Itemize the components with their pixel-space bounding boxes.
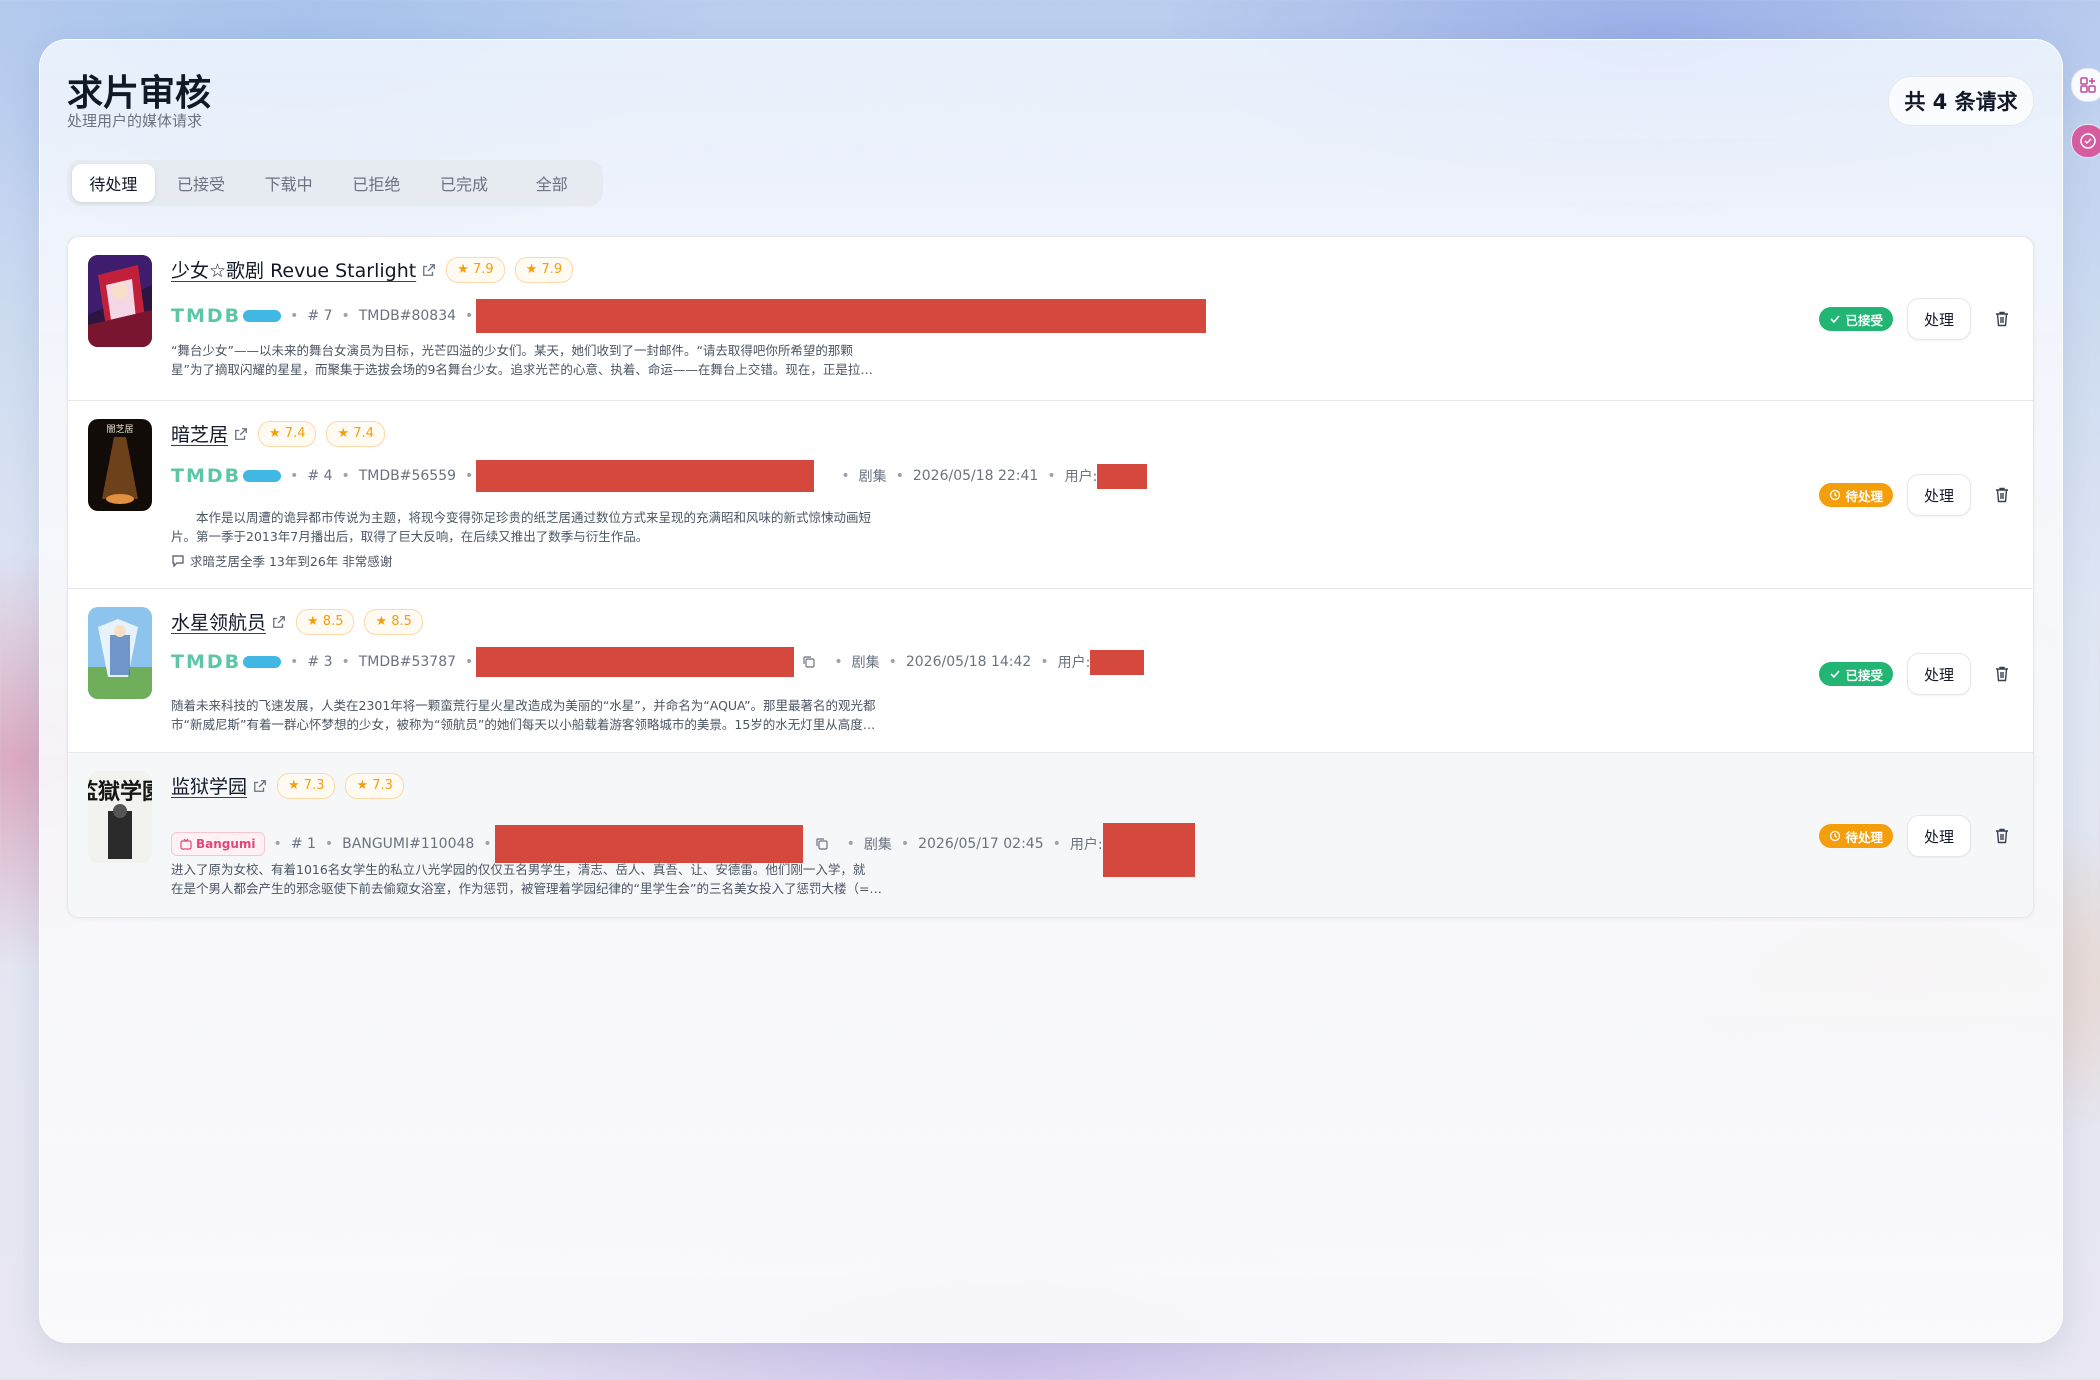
source-id: BANGUMI#110048 [342,836,475,852]
request-row: 監獄学園 监狱学园 ★ 7.3 ★ 7.3 Bangumi •# 1 •BANG… [68,753,2033,917]
tab-accepted[interactable]: 已接受 [160,164,243,202]
check-icon [1830,315,1841,324]
poster-image[interactable]: 闇芝居 [88,419,152,511]
process-button[interactable]: 处理 [1907,815,1971,857]
tv-icon [180,838,192,850]
bangumi-badge: Bangumi [171,832,265,856]
tab-pending[interactable]: 待处理 [72,164,155,202]
request-row: 闇芝居 暗芝居 ★ 7.4 ★ 7.4 TMDB • # 4 • TMDB#5655… [68,401,2033,589]
request-index: # 3 [307,654,333,670]
trash-icon[interactable] [1993,665,2011,683]
media-type: 剧集 [863,837,892,853]
request-row: 水星领航员 ★ 8.5 ★ 8.5 TMDB • # 3 • TMDB#53787 … [68,589,2033,753]
request-row: 少女☆歌剧 Revue Starlight ★ 7.9 ★ 7.9 TMDB •… [68,237,2033,401]
request-date: 2026/05/17 02:45 [918,836,1044,852]
tab-downloading[interactable]: 下载中 [247,164,330,202]
comment-icon [172,554,184,567]
svg-text:監獄学園: 監獄学園 [88,779,152,805]
badge-check-icon[interactable] [2071,124,2100,158]
process-button[interactable]: 处理 [1907,298,1971,340]
redacted-user [1097,463,1148,489]
clock-icon [1830,489,1841,501]
status-badge: 待处理 [1819,483,1893,507]
rating-badge: ★ 8.5 [296,608,355,635]
status-badge: 待处理 [1819,824,1893,848]
request-index: # 7 [307,308,333,324]
check-icon [1830,670,1841,679]
tab-all[interactable]: 全部 [510,164,593,202]
poster-image[interactable] [88,607,152,699]
redacted-user [1090,649,1145,675]
request-count-badge: 共 4 条请求 [1888,76,2034,126]
redacted-block [476,647,795,677]
tab-rejected[interactable]: 已拒绝 [335,164,418,202]
request-index: # 1 [290,836,316,852]
external-link-icon[interactable] [422,263,436,277]
redacted-block [476,299,1207,333]
redacted-block [494,825,803,863]
media-title-link[interactable]: 暗芝居 [171,420,228,447]
external-link-icon[interactable] [253,779,267,793]
poster-image[interactable] [88,255,152,347]
request-date: 2026/05/18 14:42 [905,654,1032,670]
rating-badge: ★ 7.9 [514,256,574,283]
media-type: 剧集 [858,469,887,485]
request-list: 少女☆歌剧 Revue Starlight ★ 7.9 ★ 7.9 TMDB •… [67,236,2034,918]
clock-icon [1830,830,1841,842]
media-description: 本作是以周遭的诡异都市传说为主题，将现今变得弥足珍贵的纸芝居通过数位方式来呈现的… [171,510,872,544]
trash-icon[interactable] [1993,486,2011,504]
tmdb-logo: TMDB [171,651,242,673]
media-description: 随着未来科技的飞速发展，人类在2301年将一颗蛮荒行星火星改造成为美丽的“水星”… [171,698,876,732]
media-title-link[interactable]: 监狱学园 [171,772,247,799]
rating-badge: ★ 7.3 [277,772,336,799]
poster-image[interactable]: 監獄学園 [88,771,152,863]
status-badge: 已接受 [1819,662,1893,686]
media-description: 进入了原为女校、有着1016名女学生的私立八光学园的仅仅五名男学生，清志、岳人、… [171,862,882,896]
tmdb-logo: TMDB [171,465,242,487]
status-tabs: 待处理 已接受 下载中 已拒绝 已完成 全部 [67,160,603,206]
rating-badge: ★ 7.9 [446,256,505,283]
svg-text:闇芝居: 闇芝居 [106,423,133,435]
user-label: 用户: [1057,655,1091,671]
tmdb-logo: TMDB [171,305,242,327]
source-id: TMDB#80834 [358,308,457,324]
request-index: # 4 [307,468,333,484]
tmdb-logo-bar [243,656,282,668]
process-button[interactable]: 处理 [1907,474,1971,516]
media-title-link[interactable]: 少女☆歌剧 Revue Starlight [171,256,416,283]
rating-badge: ★ 7.3 [345,772,404,799]
redacted-block [476,460,815,492]
user-label: 用户: [1069,837,1103,853]
rating-badge: ★ 7.4 [326,420,385,447]
source-id: TMDB#53787 [358,654,457,670]
page-title: 求片审核 [67,73,212,114]
redacted-user [1102,823,1195,877]
trash-icon[interactable] [1993,827,2011,845]
media-title-link[interactable]: 水星领航员 [171,608,266,635]
copy-icon[interactable] [802,655,816,669]
copy-icon[interactable] [815,837,829,851]
rating-badge: ★ 7.4 [258,420,317,447]
user-comment: 求暗芝居全季 13年到26年 非常感谢 [171,551,392,570]
media-description: “舞台少女”——以未来的舞台女演员为目标，光芒四溢的少女们。某天，她们收到了一封… [171,343,873,377]
user-label: 用户: [1064,469,1098,485]
request-date: 2026/05/18 22:41 [912,468,1039,484]
page-subtitle: 处理用户的媒体请求 [67,112,203,130]
process-button[interactable]: 处理 [1907,653,1971,695]
external-link-icon[interactable] [272,615,286,629]
status-badge: 已接受 [1819,307,1893,331]
source-id: TMDB#56559 [358,468,457,484]
tmdb-logo-bar [243,310,282,322]
grid-plus-icon[interactable] [2071,68,2100,102]
trash-icon[interactable] [1993,310,2011,328]
tmdb-logo-bar [243,470,282,482]
rating-badge: ★ 8.5 [364,608,423,635]
tab-completed[interactable]: 已完成 [423,164,506,202]
external-link-icon[interactable] [234,427,248,441]
media-type: 剧集 [851,655,880,671]
